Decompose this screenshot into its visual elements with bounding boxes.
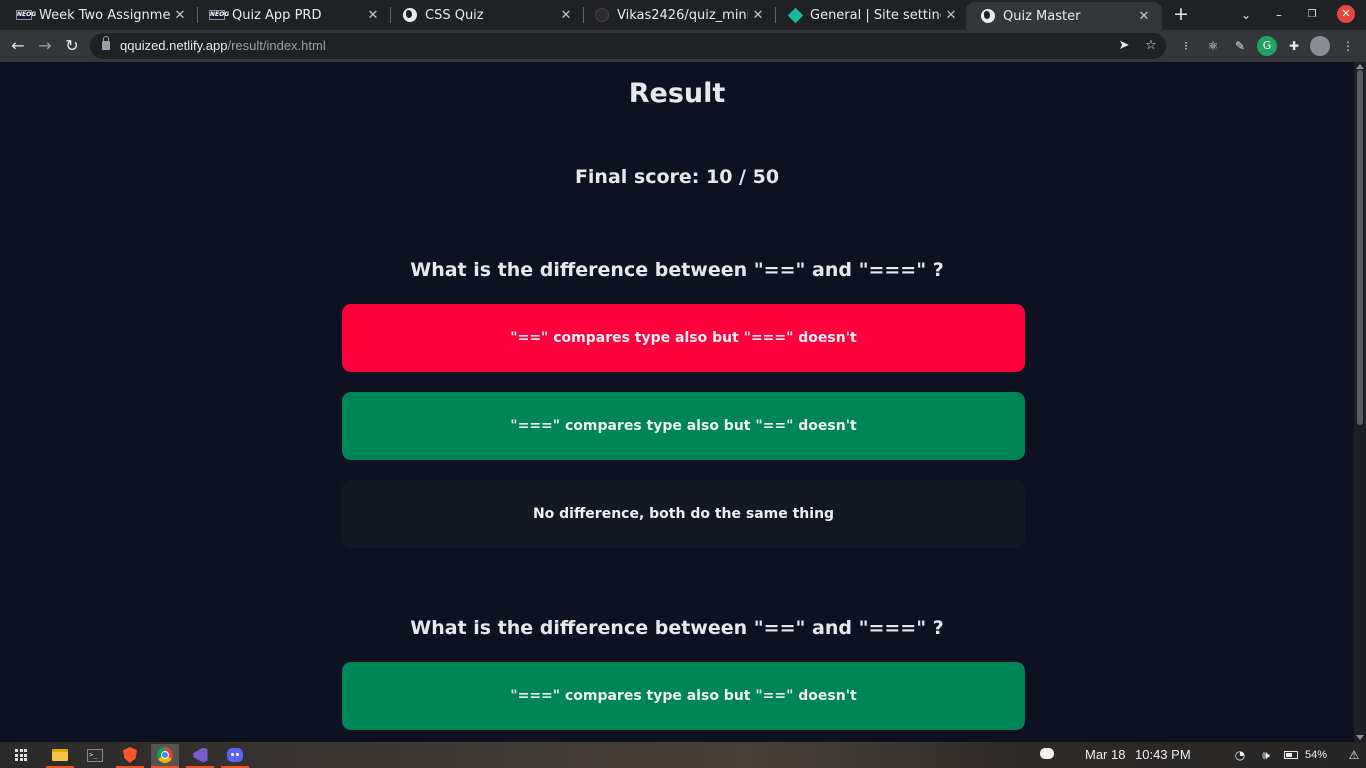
notifications-icon[interactable]: ⚠ — [1346, 747, 1362, 763]
question-text: What is the difference between "==" and … — [410, 259, 944, 281]
puzzle-extensions-icon[interactable]: ✚ — [1284, 36, 1304, 56]
globe-icon — [402, 7, 418, 23]
page-title: Result — [628, 78, 726, 109]
files-icon[interactable] — [46, 744, 74, 768]
github-icon — [594, 7, 610, 23]
url-text[interactable]: qquized.netlify.app/result/index.html — [120, 38, 326, 53]
tab-quiz-app-prd[interactable]: NEOG Quiz App PRD ✕ — [195, 2, 391, 28]
volume-icon[interactable]: 🕪 — [1258, 747, 1274, 763]
pen-extension-icon[interactable]: ✎ — [1230, 36, 1250, 56]
vscode-icon[interactable] — [186, 744, 214, 768]
react-devtools-icon[interactable]: ⚛ — [1203, 36, 1223, 56]
new-tab-button[interactable]: + — [1170, 3, 1192, 25]
option-label: "===" compares type also but "==" doesn'… — [510, 688, 857, 704]
minimize-icon[interactable]: – — [1268, 4, 1290, 26]
scroll-thumb[interactable] — [1357, 70, 1363, 425]
tab-close-icon[interactable]: ✕ — [748, 8, 768, 23]
tab-title: Vikas2426/quiz_mini_p — [617, 7, 748, 23]
scroll-up-arrow-icon[interactable] — [1356, 64, 1364, 69]
tab-close-icon[interactable]: ✕ — [941, 8, 961, 23]
browser-toolbar: ← → ↻ qquized.netlify.app/result/index.h… — [0, 30, 1366, 62]
send-icon[interactable]: ➤ — [1114, 36, 1134, 56]
answer-option-correct: "===" compares type also but "==" doesn'… — [342, 662, 1025, 730]
discord-icon[interactable] — [221, 744, 249, 768]
option-label: "==" compares type also but "===" doesn'… — [510, 330, 857, 346]
final-score: Final score: 10 / 50 — [574, 166, 780, 188]
address-bar[interactable]: qquized.netlify.app/result/index.html ➤ … — [90, 33, 1166, 59]
discord-tray-icon[interactable] — [1039, 747, 1055, 763]
tab-github-repo[interactable]: Vikas2426/quiz_mini_p ✕ — [580, 2, 776, 28]
tab-close-icon[interactable]: ✕ — [1134, 9, 1154, 24]
os-taskbar: >_ Mar 18 10:43 PM ◔ 🕪 54% ⚠ — [0, 742, 1366, 768]
tab-title: Quiz Master — [1003, 8, 1081, 24]
back-icon[interactable]: ← — [7, 35, 29, 57]
tab-site-settings[interactable]: General | Site settings ✕ — [773, 2, 969, 28]
globe-icon — [980, 8, 996, 24]
brave-icon[interactable] — [116, 744, 144, 768]
wifi-icon[interactable]: ◔ — [1232, 747, 1248, 763]
question-text: What is the difference between "==" and … — [410, 617, 944, 639]
tab-close-icon[interactable]: ✕ — [363, 8, 383, 23]
grammarly-icon[interactable]: G — [1257, 36, 1277, 56]
tab-search-icon[interactable]: ⌄ — [1235, 4, 1257, 26]
battery-icon[interactable] — [1284, 747, 1300, 763]
reload-icon[interactable]: ↻ — [61, 35, 83, 57]
tab-quiz-master[interactable]: Quiz Master ✕ — [966, 2, 1162, 30]
tab-close-icon[interactable]: ✕ — [170, 8, 190, 23]
app-grid-icon[interactable] — [7, 744, 35, 766]
tab-week-two-assignment[interactable]: NEOG Week Two Assignmen ✕ — [2, 2, 198, 28]
menu-kebab-icon[interactable]: ⋮ — [1338, 36, 1358, 56]
profile-avatar[interactable] — [1310, 36, 1330, 56]
answer-option-wrong: "==" compares type also but "===" doesn'… — [342, 304, 1025, 372]
tab-title: Week Two Assignmen — [39, 7, 170, 23]
forward-icon[interactable]: → — [34, 35, 56, 57]
answer-option-correct: "===" compares type also but "==" doesn'… — [342, 392, 1025, 460]
tab-title: CSS Quiz — [425, 7, 484, 23]
extension-icon[interactable]: ⁝ — [1176, 36, 1196, 56]
chrome-icon[interactable] — [151, 744, 179, 768]
tray-date[interactable]: Mar 18 — [1085, 742, 1125, 768]
option-label: "===" compares type also but "==" doesn'… — [510, 418, 857, 434]
tab-css-quiz[interactable]: CSS Quiz ✕ — [388, 2, 584, 28]
tab-title: Quiz App PRD — [232, 7, 322, 23]
netlify-icon — [787, 7, 803, 23]
tab-close-icon[interactable]: ✕ — [556, 8, 576, 23]
url-domain: qquized.netlify.app — [120, 38, 228, 53]
page-scrollbar[interactable] — [1354, 62, 1366, 742]
tray-time[interactable]: 10:43 PM — [1135, 742, 1191, 768]
lock-icon[interactable] — [102, 36, 110, 50]
page-content: Result Final score: 10 / 50 What is the … — [0, 62, 1354, 742]
battery-percent: 54% — [1305, 749, 1328, 761]
url-path: /result/index.html — [227, 38, 326, 53]
window-close-icon[interactable]: ✕ — [1337, 5, 1355, 23]
terminal-icon[interactable]: >_ — [81, 744, 109, 766]
restore-icon[interactable]: ❐ — [1301, 4, 1323, 26]
scroll-down-arrow-icon[interactable] — [1356, 735, 1364, 740]
neog-icon: NEOG — [16, 10, 37, 20]
bookmark-star-icon[interactable]: ☆ — [1141, 36, 1161, 56]
answer-option: No difference, both do the same thing — [342, 480, 1025, 548]
browser-tab-strip: NEOG Week Two Assignmen ✕ NEOG Quiz App … — [0, 0, 1366, 30]
tab-title: General | Site settings — [810, 7, 941, 23]
option-label: No difference, both do the same thing — [532, 506, 835, 522]
neog-icon: NEOG — [209, 10, 230, 20]
